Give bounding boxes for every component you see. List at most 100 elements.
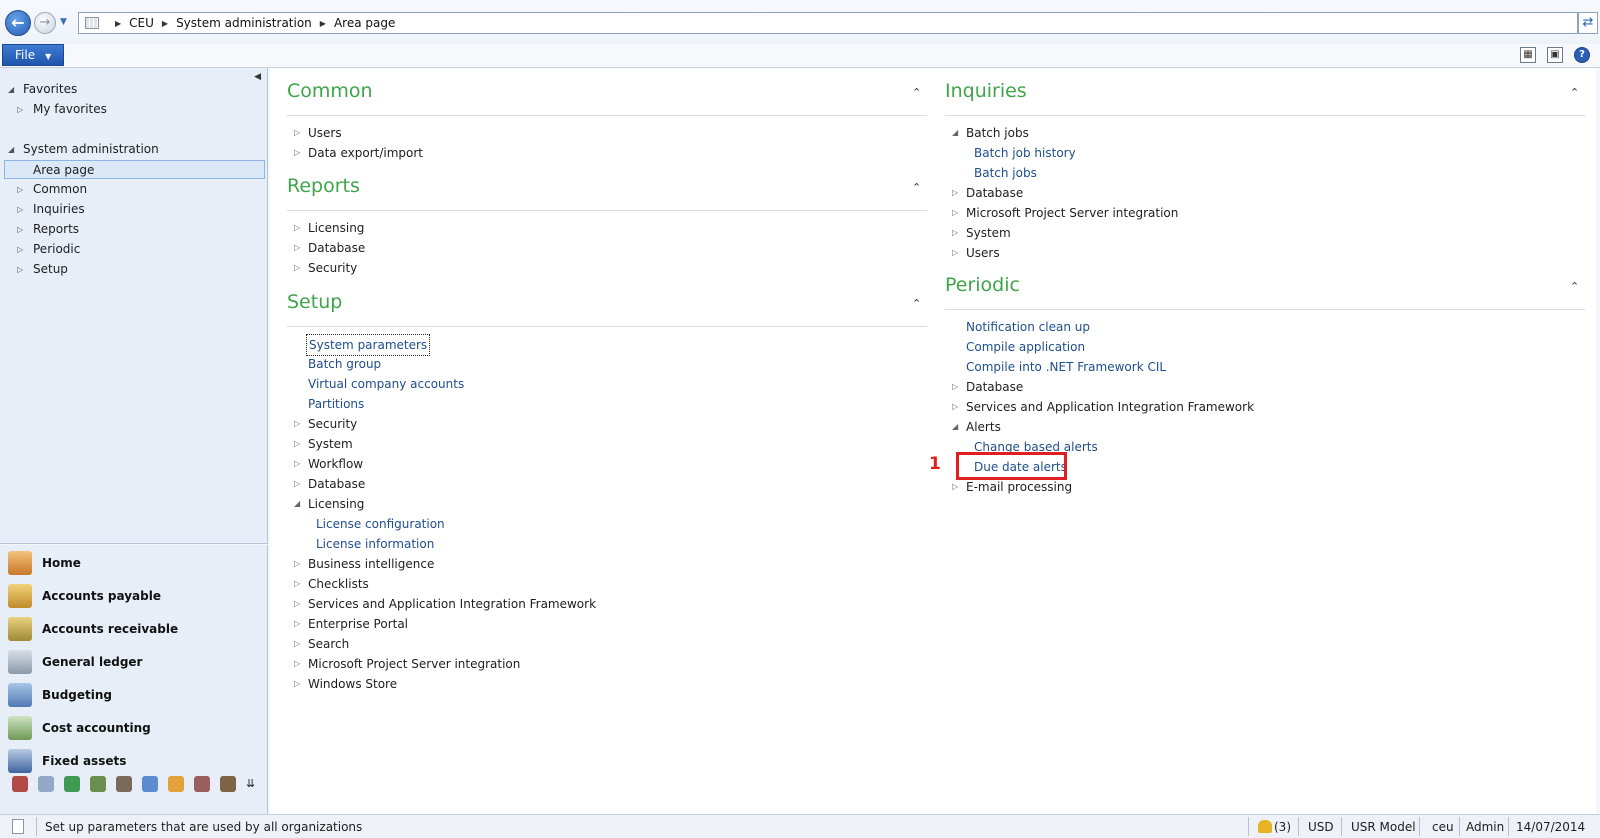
tree-item-favorites[interactable]: ◢ Favorites: [4, 80, 265, 99]
document-icon: [12, 819, 24, 834]
tree-item-inquiries[interactable]: ▷ Inquiries: [4, 200, 265, 219]
module-shortcut-icon[interactable]: [64, 776, 80, 792]
more-modules-icon[interactable]: ⇊: [246, 776, 255, 792]
collapsed-arrow-icon[interactable]: ▷: [952, 397, 958, 417]
collapsed-arrow-icon[interactable]: ▷: [952, 203, 958, 223]
address-bar[interactable]: ▶ CEU ▶ System administration ▶ Area pag…: [78, 12, 1578, 34]
module-shortcut-icon[interactable]: [12, 776, 28, 792]
module-shortcut-icon[interactable]: [116, 776, 132, 792]
expanded-arrow-icon[interactable]: ◢: [952, 123, 958, 143]
collapsed-arrow-icon[interactable]: ▷: [294, 594, 300, 614]
expanded-arrow-icon[interactable]: ◢: [8, 80, 14, 99]
breadcrumb-module[interactable]: System administration: [176, 16, 312, 30]
user-indicator[interactable]: Admin: [1466, 820, 1504, 834]
collapsed-arrow-icon[interactable]: ▷: [17, 260, 23, 279]
collapsed-arrow-icon[interactable]: ▷: [17, 220, 23, 239]
breadcrumb-separator-icon[interactable]: ▶: [320, 19, 326, 28]
module-shortcut-icon[interactable]: [168, 776, 184, 792]
tree-item-common[interactable]: ▷ Common: [4, 180, 265, 199]
module-accounts-payable[interactable]: Accounts payable: [8, 581, 263, 611]
collapsed-arrow-icon[interactable]: ▷: [294, 454, 300, 474]
company-indicator[interactable]: ceu: [1432, 820, 1454, 834]
module-general-ledger[interactable]: General ledger: [8, 647, 263, 677]
refresh-icon[interactable]: ⇄: [1578, 12, 1598, 34]
module-shortcut-icon[interactable]: [194, 776, 210, 792]
chevron-up-icon[interactable]: ⌃: [912, 86, 921, 99]
expanded-arrow-icon[interactable]: ◢: [8, 140, 14, 159]
item-label: Workflow: [308, 457, 364, 471]
collapsed-arrow-icon[interactable]: ▷: [294, 414, 300, 434]
module-shortcut-icon[interactable]: [220, 776, 236, 792]
general-ledger-icon: [8, 650, 32, 674]
collapsed-arrow-icon[interactable]: ▷: [294, 143, 300, 163]
pane-splitter[interactable]: [0, 543, 268, 545]
collapsed-arrow-icon[interactable]: ▷: [952, 377, 958, 397]
module-shortcut-icon[interactable]: [90, 776, 106, 792]
tree-item-reports[interactable]: ▷ Reports: [4, 220, 265, 239]
windows-layout-icon[interactable]: ▦: [1520, 47, 1536, 63]
collapsed-arrow-icon[interactable]: ▷: [294, 218, 300, 238]
collapsed-arrow-icon[interactable]: ▷: [294, 654, 300, 674]
file-menu-button[interactable]: File ▼: [2, 44, 64, 66]
collapsed-arrow-icon[interactable]: ▷: [294, 554, 300, 574]
item-label: System: [308, 437, 353, 451]
breadcrumb-page[interactable]: Area page: [334, 16, 395, 30]
session-date[interactable]: 14/07/2014: [1516, 820, 1585, 834]
chevron-up-icon[interactable]: ⌃: [1570, 86, 1579, 99]
tree-item-area-page[interactable]: Area page: [4, 160, 265, 179]
module-cost-accounting[interactable]: Cost accounting: [8, 713, 263, 743]
breadcrumb-company[interactable]: CEU: [129, 16, 154, 30]
tree-item-periodic[interactable]: ▷ Periodic: [4, 240, 265, 259]
module-shortcut-icon[interactable]: [38, 776, 54, 792]
collapsed-arrow-icon[interactable]: ▷: [294, 474, 300, 494]
notifications-indicator[interactable]: (3): [1258, 820, 1291, 834]
expanded-arrow-icon[interactable]: ◢: [294, 494, 300, 514]
group-periodic: Periodic ⌃ Notification clean up Compile…: [929, 274, 1585, 504]
model-indicator[interactable]: USR Model: [1351, 820, 1416, 834]
currency-indicator[interactable]: USD: [1308, 820, 1334, 834]
help-icon[interactable]: ?: [1574, 47, 1590, 63]
module-fixed-assets[interactable]: Fixed assets: [8, 746, 263, 776]
breadcrumb-separator-icon[interactable]: ▶: [115, 19, 121, 28]
collapsed-arrow-icon[interactable]: ▷: [294, 258, 300, 278]
tree-item-my-favorites[interactable]: ▷ My favorites: [4, 100, 265, 119]
module-home[interactable]: Home: [8, 548, 263, 578]
forward-arrow-icon[interactable]: →: [34, 12, 56, 34]
status-divider: [1341, 817, 1342, 836]
collapsed-arrow-icon[interactable]: ▷: [17, 200, 23, 219]
collapsed-arrow-icon[interactable]: ▷: [294, 674, 300, 694]
group-divider: [945, 309, 1585, 310]
history-dropdown-icon[interactable]: ▼: [60, 17, 67, 27]
module-shortcut-icon[interactable]: [142, 776, 158, 792]
collapsed-arrow-icon[interactable]: ▷: [294, 614, 300, 634]
collapsed-arrow-icon[interactable]: ▷: [952, 223, 958, 243]
panel-toggle-icon[interactable]: ▣: [1547, 47, 1563, 63]
tree-item-label: Favorites: [23, 82, 78, 96]
breadcrumb-separator-icon[interactable]: ▶: [162, 19, 168, 28]
collapsed-arrow-icon[interactable]: ▷: [294, 574, 300, 594]
collapsed-arrow-icon[interactable]: ▷: [294, 634, 300, 654]
group-inquiries: Inquiries ⌃ ◢ Batch jobs Batch job histo…: [945, 80, 1585, 260]
tree-item-setup[interactable]: ▷ Setup: [4, 260, 265, 279]
collapsed-arrow-icon[interactable]: ▷: [294, 238, 300, 258]
collapsed-arrow-icon[interactable]: ▷: [17, 180, 23, 199]
chevron-up-icon[interactable]: ⌃: [912, 297, 921, 310]
chevron-up-icon[interactable]: ⌃: [1570, 280, 1579, 293]
expanded-arrow-icon[interactable]: ◢: [952, 417, 958, 437]
collapsed-arrow-icon[interactable]: ▷: [952, 183, 958, 203]
collapsed-arrow-icon[interactable]: ▷: [294, 123, 300, 143]
module-label: Budgeting: [42, 688, 112, 702]
collapsed-arrow-icon[interactable]: ▷: [17, 100, 23, 119]
module-accounts-receivable[interactable]: Accounts receivable: [8, 614, 263, 644]
collapsed-arrow-icon[interactable]: ▷: [952, 477, 958, 497]
notification-count: (3): [1274, 820, 1291, 834]
collapsed-arrow-icon[interactable]: ▷: [17, 240, 23, 259]
chevron-up-icon[interactable]: ⌃: [912, 181, 921, 194]
group-title: Inquiries: [945, 80, 1027, 102]
back-arrow-icon[interactable]: ←: [5, 10, 31, 36]
module-budgeting[interactable]: Budgeting: [8, 680, 263, 710]
collapsed-arrow-icon[interactable]: ▷: [294, 434, 300, 454]
collapsed-arrow-icon[interactable]: ▷: [952, 243, 958, 263]
tree-item-system-administration[interactable]: ◢ System administration: [4, 140, 265, 159]
accounts-payable-icon: [8, 584, 32, 608]
